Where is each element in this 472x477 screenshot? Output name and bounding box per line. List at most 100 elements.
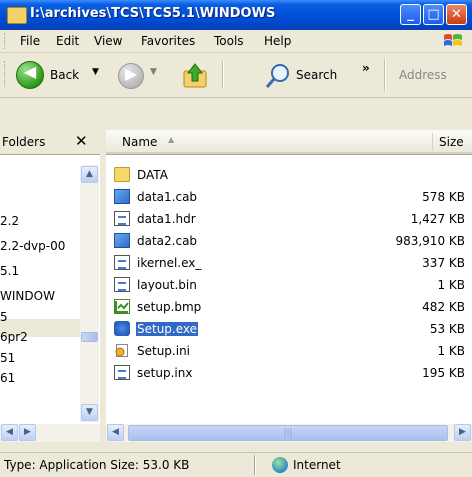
back-button-label[interactable]: Back <box>50 68 79 82</box>
file-size: 337 KB <box>422 256 465 270</box>
tree-item[interactable]: 61 <box>0 371 15 385</box>
scroll-down-arrow-icon[interactable]: ▼ <box>81 404 98 421</box>
menu-help[interactable]: Help <box>264 34 291 48</box>
windows-logo-icon <box>444 34 462 46</box>
file-name[interactable]: ikernel.ex_ <box>136 256 202 270</box>
file-row[interactable]: Setup.ini 1 KB <box>106 341 472 361</box>
file-size: 578 KB <box>422 190 465 204</box>
folder-app-icon <box>7 7 27 24</box>
toolbar: ◀ Back ▼ ▶ ▼ Search » Address <box>0 53 472 98</box>
file-name[interactable]: layout.bin <box>136 278 198 292</box>
folders-vertical-scrollbar[interactable]: ▲ ▼ <box>80 165 99 422</box>
search-button-label[interactable]: Search <box>296 68 337 82</box>
tree-item[interactable]: 6pr2 <box>0 330 28 344</box>
document-icon <box>114 255 130 270</box>
scroll-right-arrow-icon[interactable]: ▶ <box>19 424 36 441</box>
address-label[interactable]: Address <box>399 68 447 82</box>
folder-icon <box>114 167 130 182</box>
bitmap-icon <box>114 299 130 314</box>
tree-item[interactable]: 5.1 <box>0 264 19 278</box>
title-bar[interactable]: I:\archives\TCS\TCS5.1\WINDOWS _ □ ✕ <box>0 0 472 30</box>
menu-favorites[interactable]: Favorites <box>141 34 195 48</box>
file-size: 1 KB <box>437 344 465 358</box>
cab-file-icon <box>114 233 130 248</box>
document-icon <box>114 211 130 226</box>
tree-item[interactable]: 5 <box>0 310 8 324</box>
file-name[interactable]: Setup.exe <box>136 322 199 336</box>
file-row[interactable]: DATA <box>106 165 472 185</box>
file-size: 1 KB <box>437 278 465 292</box>
file-size: 983,910 KB <box>395 234 465 248</box>
sort-ascending-icon: ▲ <box>168 135 175 144</box>
forward-arrow-icon[interactable]: ▶ <box>118 63 144 89</box>
maximize-button[interactable]: □ <box>423 4 444 25</box>
file-size: 1,427 KB <box>410 212 465 226</box>
file-row[interactable]: ikernel.ex_ 337 KB <box>106 253 472 273</box>
document-icon <box>114 277 130 292</box>
menu-view[interactable]: View <box>94 34 122 48</box>
list-horizontal-scrollbar[interactable]: ◀ ||| ▶ <box>106 424 472 442</box>
status-separator <box>254 455 256 475</box>
file-row-selected[interactable]: Setup.exe 53 KB <box>106 319 472 339</box>
tree-item[interactable]: 51 <box>0 351 15 365</box>
file-row[interactable]: data1.cab 578 KB <box>106 187 472 207</box>
file-row[interactable]: layout.bin 1 KB <box>106 275 472 295</box>
file-name[interactable]: DATA <box>136 168 169 182</box>
search-magnifier-icon[interactable] <box>264 62 292 90</box>
up-folder-icon[interactable] <box>182 61 208 89</box>
size-column-header[interactable]: Size <box>439 135 464 149</box>
scroll-left-arrow-icon[interactable]: ◀ <box>1 424 18 441</box>
file-name[interactable]: data2.cab <box>136 234 198 248</box>
menu-tools[interactable]: Tools <box>214 34 244 48</box>
file-size: 195 KB <box>422 366 465 380</box>
file-row[interactable]: data2.cab 983,910 KB <box>106 231 472 251</box>
tree-item-selected[interactable]: WINDOW <box>0 289 55 303</box>
toolbar-grip[interactable] <box>4 61 8 87</box>
document-icon <box>114 365 130 380</box>
menu-edit[interactable]: Edit <box>56 34 79 48</box>
back-dropdown-icon[interactable]: ▼ <box>92 67 99 77</box>
close-button[interactable]: ✕ <box>446 4 467 25</box>
scroll-up-arrow-icon[interactable]: ▲ <box>81 166 98 183</box>
tree-item[interactable]: 2.2 <box>0 214 19 228</box>
file-size: 482 KB <box>422 300 465 314</box>
file-list: DATA data1.cab 578 KB data1.hdr 1,427 KB… <box>106 154 472 425</box>
column-divider[interactable] <box>432 133 433 151</box>
toolbar-separator <box>222 61 224 89</box>
file-name[interactable]: setup.inx <box>136 366 193 380</box>
file-name[interactable]: setup.bmp <box>136 300 202 314</box>
file-name[interactable]: data1.cab <box>136 190 198 204</box>
file-row[interactable]: setup.bmp 482 KB <box>106 297 472 317</box>
file-size: 53 KB <box>429 322 465 336</box>
back-arrow-icon[interactable]: ◀ <box>16 61 44 89</box>
status-bar: Type: Application Size: 53.0 KB Internet <box>0 452 472 477</box>
folders-pane-header: Folders ✕ <box>0 130 100 154</box>
file-row[interactable]: data1.hdr 1,427 KB <box>106 209 472 229</box>
toolbar-separator <box>384 59 386 91</box>
scroll-left-arrow-icon[interactable]: ◀ <box>107 424 124 441</box>
forward-dropdown-icon[interactable]: ▼ <box>150 67 157 77</box>
resize-grip-icon[interactable] <box>456 460 470 474</box>
file-name[interactable]: data1.hdr <box>136 212 197 226</box>
scroll-right-arrow-icon[interactable]: ▶ <box>454 424 471 441</box>
status-text: Type: Application Size: 53.0 KB <box>4 458 190 472</box>
setup-exe-icon <box>114 321 130 336</box>
file-name[interactable]: Setup.ini <box>136 344 191 358</box>
folders-pane-title: Folders <box>2 135 46 149</box>
list-column-header: Name ▲ Size <box>106 130 472 154</box>
folders-scroll-thumb[interactable] <box>81 332 98 342</box>
folders-pane-close-button[interactable]: ✕ <box>75 132 88 150</box>
minimize-button[interactable]: _ <box>400 4 421 25</box>
toolbar-overflow-chevron[interactable]: » <box>362 61 370 75</box>
window-title: I:\archives\TCS\TCS5.1\WINDOWS <box>30 6 276 21</box>
settings-file-icon <box>115 344 128 357</box>
folders-horizontal-scrollbar[interactable]: ◀ ▶ <box>0 424 100 442</box>
menu-file[interactable]: File <box>20 34 40 48</box>
file-row[interactable]: setup.inx 195 KB <box>106 363 472 383</box>
name-column-header[interactable]: Name <box>122 135 157 149</box>
menu-grip[interactable] <box>4 33 8 49</box>
list-scroll-thumb[interactable]: ||| <box>128 425 448 441</box>
internet-globe-icon <box>272 457 288 473</box>
cab-file-icon <box>114 189 130 204</box>
tree-item[interactable]: 2.2-dvp-00 <box>0 239 65 253</box>
